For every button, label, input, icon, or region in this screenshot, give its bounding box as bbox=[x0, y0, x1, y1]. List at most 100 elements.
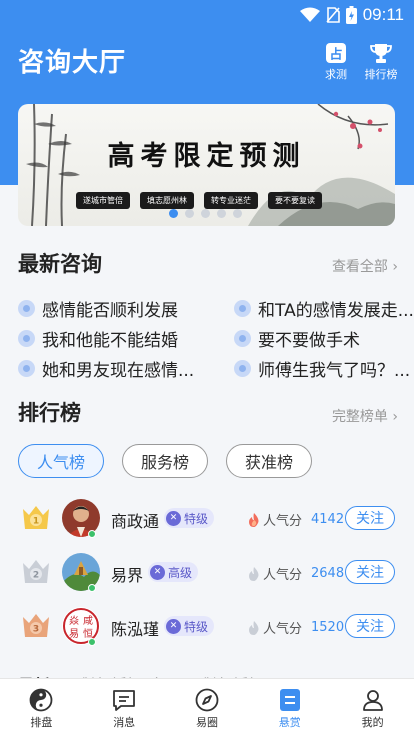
carousel-dot[interactable] bbox=[217, 209, 226, 218]
question-icon bbox=[18, 330, 35, 347]
popularity-value: 4142 bbox=[311, 512, 345, 527]
ranking-tabs: 人气榜 服务榜 获准榜 bbox=[18, 444, 313, 478]
popularity-label: 人气分 bbox=[263, 622, 303, 637]
consult-text: 她和男友现在感情... bbox=[42, 361, 195, 381]
svg-text:1: 1 bbox=[33, 517, 39, 527]
popularity-label: 人气分 bbox=[263, 514, 303, 529]
follow-button[interactable]: 关注 bbox=[345, 614, 395, 638]
status-bar: 09:11 bbox=[299, 4, 404, 26]
full-ranking-link[interactable]: 完整榜单 › bbox=[332, 406, 398, 426]
level-text: 特级 bbox=[184, 619, 209, 634]
question-icon bbox=[234, 360, 251, 377]
banner-title: 高考限定预测 bbox=[107, 141, 306, 172]
popularity-score: 人气分 2648 bbox=[248, 564, 344, 583]
popularity-label: 人气分 bbox=[263, 568, 303, 583]
svg-text:咸: 咸 bbox=[83, 615, 93, 627]
consult-item[interactable]: 师傅生我气了吗？... bbox=[234, 356, 414, 381]
wifi-icon bbox=[299, 7, 320, 22]
banner-tags: 遂城市管倍 填志愿州林 转专业迷茫 要不要复读 bbox=[76, 192, 322, 209]
svg-text:占: 占 bbox=[329, 47, 342, 63]
message-icon bbox=[113, 690, 136, 711]
user-icon bbox=[362, 690, 383, 711]
clock: 09:11 bbox=[362, 5, 404, 24]
banner-tag: 转专业迷茫 bbox=[204, 192, 258, 209]
level-text: 高级 bbox=[168, 565, 193, 580]
ranking-row[interactable]: 1 商政通 ✕ 特级 人气分 4142 关注 bbox=[0, 493, 414, 543]
ranking-row[interactable]: 2 易界 ✕ 高级 人气分 2648 关注 bbox=[0, 547, 414, 597]
level-icon: ✕ bbox=[166, 510, 181, 526]
consult-item[interactable]: 她和男友现在感情... bbox=[18, 356, 218, 381]
popularity-score: 人气分 4142 bbox=[248, 510, 344, 529]
follow-button[interactable]: 关注 bbox=[345, 560, 395, 584]
consult-item[interactable]: 和TA的感情发展走... bbox=[234, 296, 414, 321]
battery-charging-icon bbox=[345, 6, 357, 24]
svg-text:2: 2 bbox=[33, 571, 39, 581]
master-name: 易界 bbox=[111, 566, 144, 585]
ranking-row[interactable]: 3 焱 咸 易 恒 陈泓瑾 ✕ 特级 人气分 1520 关注 bbox=[0, 601, 414, 651]
tab-messages[interactable]: 消息 bbox=[83, 679, 166, 737]
svg-text:易: 易 bbox=[69, 628, 79, 640]
consult-text: 师傅生我气了吗？... bbox=[258, 361, 411, 381]
view-all-link[interactable]: 查看全部 › bbox=[332, 256, 398, 276]
level-icon: ✕ bbox=[150, 564, 165, 580]
trophy-icon bbox=[370, 44, 392, 63]
master-name: 陈泓瑾 bbox=[111, 620, 160, 639]
popularity-value: 2648 bbox=[311, 566, 345, 581]
promo-banner[interactable]: 高考限定预测 遂城市管倍 填志愿州林 转专业迷茫 要不要复读 bbox=[18, 104, 395, 226]
question-icon bbox=[234, 330, 251, 347]
consult-item[interactable]: 感情能否顺利发展 bbox=[18, 296, 218, 321]
banner-tag: 遂城市管倍 bbox=[76, 192, 130, 209]
flame-icon bbox=[249, 566, 259, 581]
popularity-value: 1520 bbox=[311, 620, 345, 635]
tab-circle[interactable]: 易圈 bbox=[166, 679, 249, 737]
qiuce-label: 求测 bbox=[325, 68, 347, 81]
level-badge: ✕ 特级 bbox=[164, 508, 215, 528]
level-text: 特级 bbox=[184, 511, 209, 526]
question-icon bbox=[18, 360, 35, 377]
tab-label: 我的 bbox=[361, 716, 384, 729]
follow-button[interactable]: 关注 bbox=[345, 506, 395, 530]
carousel-dot[interactable] bbox=[185, 209, 194, 218]
online-indicator bbox=[88, 638, 96, 646]
question-icon bbox=[18, 300, 35, 317]
online-indicator bbox=[88, 530, 96, 538]
qiuce-button[interactable]: 占 求测 bbox=[314, 42, 358, 82]
silver-medal-icon: 2 bbox=[23, 560, 49, 583]
tab-profile[interactable]: 我的 bbox=[331, 679, 414, 737]
ranking-button[interactable]: 排行榜 bbox=[359, 42, 403, 82]
popularity-score: 人气分 1520 bbox=[248, 618, 344, 637]
carousel-indicator bbox=[169, 209, 242, 218]
consult-text: 我和他能不能结婚 bbox=[42, 331, 178, 351]
tab-accuracy[interactable]: 获准榜 bbox=[226, 444, 313, 478]
tab-bounty[interactable]: 悬赏 bbox=[248, 679, 331, 737]
consult-text: 感情能否顺利发展 bbox=[42, 301, 178, 321]
consult-item[interactable]: 我和他能不能结婚 bbox=[18, 326, 218, 351]
consult-text: 要不要做手术 bbox=[258, 331, 360, 351]
consult-text: 和TA的感情发展走... bbox=[258, 301, 414, 321]
master-name: 商政通 bbox=[111, 512, 160, 531]
ranking-heading: 排行榜 bbox=[18, 401, 81, 425]
banner-tag: 填志愿州林 bbox=[140, 192, 194, 209]
tab-label: 悬赏 bbox=[278, 716, 301, 729]
yin-yang-icon bbox=[29, 688, 53, 712]
latest-heading: 最新咨询 bbox=[18, 252, 102, 276]
bronze-medal-icon: 3 bbox=[23, 614, 49, 637]
level-badge: ✕ 高级 bbox=[148, 562, 199, 582]
full-ranking-label: 完整榜单 bbox=[331, 409, 388, 425]
tab-label: 消息 bbox=[113, 716, 136, 729]
carousel-dot[interactable] bbox=[201, 209, 210, 218]
svg-text:焱: 焱 bbox=[69, 615, 79, 627]
flame-icon bbox=[249, 512, 259, 527]
tab-popularity[interactable]: 人气榜 bbox=[18, 444, 105, 478]
tab-service[interactable]: 服务榜 bbox=[122, 444, 209, 478]
chevron-right-icon: › bbox=[392, 259, 398, 275]
ranking-label: 排行榜 bbox=[364, 68, 398, 81]
consult-item[interactable]: 要不要做手术 bbox=[234, 326, 414, 351]
carousel-dot[interactable] bbox=[169, 209, 178, 218]
tab-paipan[interactable]: 排盘 bbox=[0, 679, 83, 737]
carousel-dot[interactable] bbox=[233, 209, 242, 218]
chevron-right-icon: › bbox=[392, 409, 398, 425]
question-icon bbox=[234, 300, 251, 317]
bottom-tab-bar: 排盘 消息 易圈 悬赏 我的 bbox=[0, 678, 414, 737]
flame-icon bbox=[249, 620, 259, 635]
